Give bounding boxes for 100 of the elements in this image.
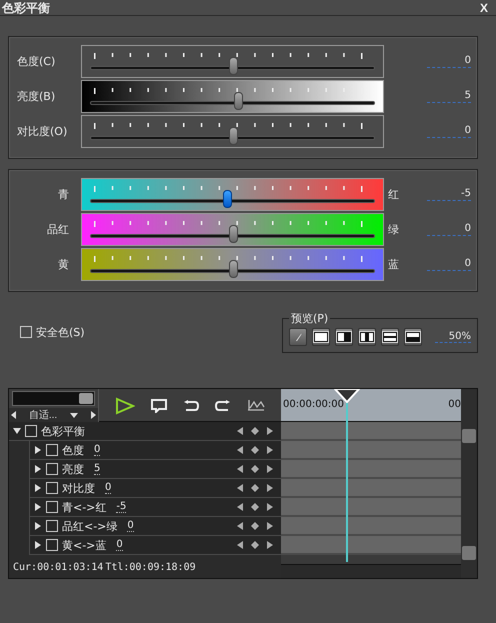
slider[interactable]	[81, 115, 384, 148]
speech-bubble-icon[interactable]	[151, 398, 167, 412]
checkbox[interactable]	[46, 501, 58, 513]
close-button[interactable]: X	[480, 0, 488, 14]
value-field[interactable]: -5	[427, 188, 471, 201]
view-mode-button[interactable]	[381, 328, 399, 346]
percent-field[interactable]: 50%	[435, 331, 471, 343]
view-mode-icon	[382, 331, 398, 343]
zoom-dropdown[interactable]: 自适...	[9, 408, 98, 422]
arrow-right-icon[interactable]	[90, 411, 96, 419]
view-mode-button[interactable]	[335, 328, 353, 346]
slider-label: 对比度(O)	[16, 124, 68, 139]
tree-row[interactable]: 色彩平衡	[9, 422, 281, 441]
checkbox[interactable]	[46, 444, 58, 456]
slider-label: 色度(C)	[16, 54, 56, 69]
keyframe-nav-icon[interactable]	[237, 446, 273, 454]
gradient-slider[interactable]	[81, 248, 384, 281]
slider-thumb[interactable]	[234, 92, 244, 110]
caret-right-icon[interactable]	[34, 465, 42, 473]
checkbox[interactable]	[20, 326, 32, 338]
value-field[interactable]: 0	[427, 55, 471, 68]
value-field[interactable]: 0	[427, 125, 471, 138]
checkbox[interactable]	[25, 425, 37, 437]
horizontal-scrollbar[interactable]	[281, 564, 461, 578]
eraser-button[interactable]	[289, 328, 307, 346]
vertical-scrollbar[interactable]	[461, 389, 477, 578]
tree-value[interactable]: 0	[94, 444, 100, 456]
gradient-slider[interactable]	[81, 80, 384, 113]
view-mode-icon	[405, 331, 421, 343]
keyframe-nav-icon[interactable]	[237, 503, 273, 511]
view-mode-button[interactable]	[404, 328, 422, 346]
eraser-icon	[293, 332, 303, 342]
zoom-slider[interactable]	[12, 391, 95, 406]
tree-row[interactable]: 亮度 5	[29, 460, 281, 479]
value-field[interactable]: 0	[427, 258, 471, 271]
tree-value[interactable]: 0	[116, 539, 123, 551]
undo-icon[interactable]	[183, 400, 199, 412]
graph-icon[interactable]	[247, 398, 265, 412]
value-field[interactable]: 0	[427, 223, 471, 236]
checkbox[interactable]	[46, 539, 58, 551]
caret-right-icon[interactable]	[34, 522, 42, 530]
caret-right-icon[interactable]	[34, 446, 42, 454]
tree-row[interactable]: 黄<->蓝 0	[29, 536, 281, 555]
tree-value[interactable]: 0	[105, 482, 112, 494]
slider-label: 品红	[46, 222, 70, 237]
current-time: Cur:00:01:03:14	[13, 562, 104, 572]
slider-thumb[interactable]	[228, 260, 238, 278]
group-title: 预览(P)	[290, 311, 330, 326]
tree-row[interactable]: 色度 0	[29, 441, 281, 460]
tree-row[interactable]: 品红<->绿 0	[29, 517, 281, 536]
tree-row[interactable]: 青<->红 -5	[29, 498, 281, 517]
caret-down-icon[interactable]	[70, 412, 78, 418]
keyframe-nav-icon[interactable]	[237, 465, 273, 473]
time-label: 00	[448, 399, 461, 410]
tree-value[interactable]: 5	[94, 463, 100, 475]
playhead-line[interactable]	[346, 403, 348, 562]
view-mode-icon	[336, 331, 352, 343]
play-button[interactable]	[115, 396, 135, 414]
caret-right-icon[interactable]	[34, 541, 42, 549]
caret-right-icon[interactable]	[34, 503, 42, 511]
time-label: 00:00:00:00	[283, 399, 344, 410]
keyframe-nav-icon[interactable]	[237, 484, 273, 492]
keyframe-nav-icon[interactable]	[237, 427, 273, 435]
slider-thumb[interactable]	[228, 57, 238, 75]
view-mode-button[interactable]	[312, 328, 330, 346]
checkbox-label: 安全色(S)	[36, 324, 85, 340]
slider-thumb[interactable]	[222, 190, 232, 208]
checkbox[interactable]	[46, 520, 58, 532]
redo-icon[interactable]	[215, 400, 231, 412]
tree-value[interactable]: -5	[116, 501, 126, 513]
slider-label: 蓝	[387, 257, 400, 272]
checkbox[interactable]	[46, 482, 58, 494]
tree-label: 亮度	[62, 462, 84, 476]
value-field[interactable]: 5	[427, 90, 471, 103]
slider-thumb[interactable]	[228, 225, 238, 243]
gradient-slider[interactable]	[81, 178, 384, 211]
tree-label: 色彩平衡	[41, 424, 85, 438]
view-mode-button[interactable]	[358, 328, 376, 346]
view-mode-icon	[359, 331, 375, 343]
total-time: Ttl:00:09:18:09	[105, 562, 196, 572]
tree-label: 青<->红	[62, 500, 106, 514]
tree-label: 品红<->绿	[62, 518, 118, 534]
slider-thumb[interactable]	[228, 127, 238, 145]
tree-value[interactable]: 0	[127, 520, 134, 532]
window-title: 色彩平衡	[2, 0, 50, 14]
slider-label: 绿	[387, 222, 400, 237]
tree-label: 色度	[62, 442, 84, 458]
slider-label: 红	[387, 187, 400, 202]
checkbox[interactable]	[46, 463, 58, 475]
gradient-slider[interactable]	[81, 213, 384, 246]
slider[interactable]	[81, 45, 384, 78]
keyframe-nav-icon[interactable]	[237, 522, 273, 530]
tree-label: 黄<->蓝	[62, 538, 106, 552]
tree-row[interactable]: 对比度 0	[29, 479, 281, 498]
keyframe-nav-icon[interactable]	[237, 541, 273, 549]
caret-right-icon[interactable]	[34, 484, 42, 492]
arrow-left-icon[interactable]	[11, 411, 16, 419]
caret-down-icon[interactable]	[13, 427, 21, 435]
slider-label: 亮度(B)	[16, 89, 56, 104]
slider-label: 青	[57, 187, 70, 202]
